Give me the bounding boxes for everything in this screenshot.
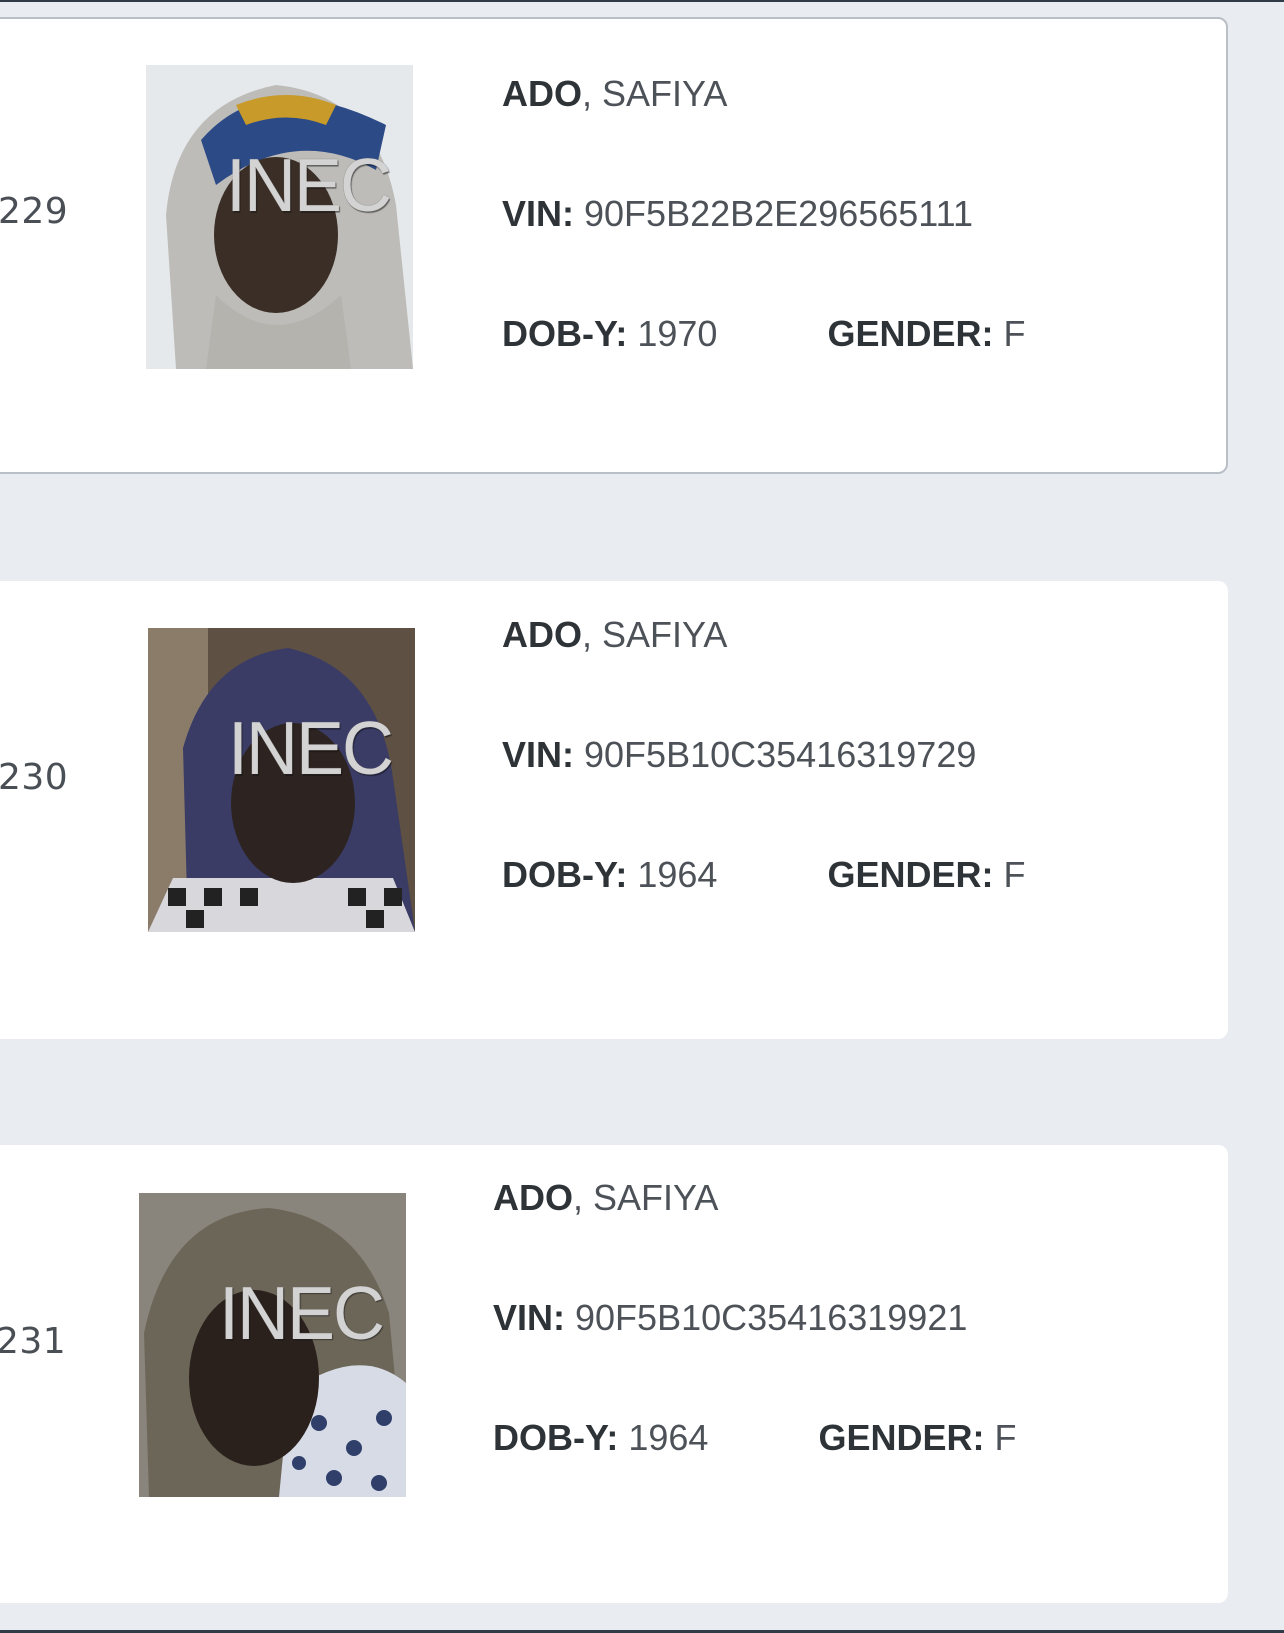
name-separator: , [582,73,603,114]
dob-label: DOB-Y: [502,854,628,895]
voter-surname: ADO [502,73,582,114]
voter-details: ADO, SAFIYA VIN: 90F5B22B2E296565111 DOB… [502,73,1025,355]
gender-label: GENDER: [827,854,994,895]
gender-field: GENDER: F [827,313,1025,355]
voter-card[interactable]: 229 INEC ADO, SAFIYA VIN: 90F5B22B2E2965… [0,17,1228,474]
voter-meta: DOB-Y: 1970 GENDER: F [502,313,1025,355]
name-separator: , [573,1177,594,1218]
voter-vin: VIN: 90F5B10C35416319921 [493,1297,1016,1339]
dob-label: DOB-Y: [502,313,628,354]
gender-field: GENDER: F [818,1417,1016,1459]
voter-name: ADO, SAFIYA [493,1177,1016,1219]
vin-value: 90F5B22B2E296565111 [584,193,974,234]
dob-label: DOB-Y: [493,1417,619,1458]
dob-field: DOB-Y: 1970 [502,313,717,354]
voter-photo: INEC [139,1193,406,1497]
inec-watermark: INEC [228,707,394,791]
voter-name: ADO, SAFIYA [502,614,1025,656]
voter-card[interactable]: 231 INEC ADO, SAFIYA VIN: 90F5B10C354163… [0,1145,1228,1603]
vin-label: VIN: [502,734,574,775]
gender-value: F [994,1417,1017,1458]
gender-value: F [1003,313,1026,354]
voter-given-name: SAFIYA [593,1177,719,1218]
voter-given-name: SAFIYA [602,614,728,655]
dob-value: 1964 [628,1417,709,1458]
gender-label: GENDER: [827,313,994,354]
gender-field: GENDER: F [827,854,1025,896]
voter-serial-number: 229 [0,191,69,232]
gender-label: GENDER: [818,1417,985,1458]
voter-vin: VIN: 90F5B22B2E296565111 [502,193,1025,235]
voter-name: ADO, SAFIYA [502,73,1025,115]
voter-photo: INEC [146,65,413,369]
vin-label: VIN: [493,1297,565,1338]
inec-watermark: INEC [226,144,392,228]
gender-value: F [1003,854,1026,895]
dob-value: 1970 [637,313,718,354]
voter-photo: INEC [148,628,415,932]
voter-card[interactable]: 230 INEC ADO, SAFIYA VIN: 90F5B10C354163… [0,581,1228,1039]
voter-meta: DOB-Y: 1964 GENDER: F [502,854,1025,896]
dob-value: 1964 [637,854,718,895]
voter-serial-number: 231 [0,1321,67,1362]
dob-field: DOB-Y: 1964 [502,854,717,895]
voter-serial-number: 230 [0,757,69,798]
voter-surname: ADO [502,614,582,655]
name-separator: , [582,614,603,655]
voter-details: ADO, SAFIYA VIN: 90F5B10C35416319729 DOB… [502,614,1025,896]
voter-meta: DOB-Y: 1964 GENDER: F [493,1417,1016,1459]
top-border [0,0,1284,2]
vin-value: 90F5B10C35416319921 [575,1297,968,1338]
voter-details: ADO, SAFIYA VIN: 90F5B10C35416319921 DOB… [493,1177,1016,1459]
vin-value: 90F5B10C35416319729 [584,734,977,775]
voter-vin: VIN: 90F5B10C35416319729 [502,734,1025,776]
dob-field: DOB-Y: 1964 [493,1417,708,1458]
inec-watermark: INEC [219,1272,385,1356]
vin-label: VIN: [502,193,574,234]
voter-given-name: SAFIYA [602,73,728,114]
voter-surname: ADO [493,1177,573,1218]
